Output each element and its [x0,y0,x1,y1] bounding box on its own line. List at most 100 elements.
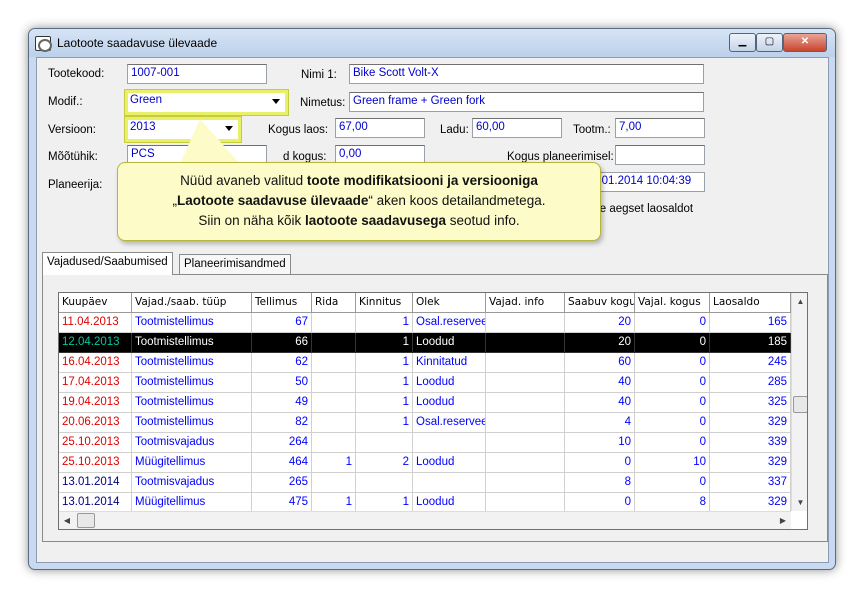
table-row[interactable]: 25.10.2013 Tootmisvajadus 264 10 0 339 [59,433,791,453]
table-row[interactable]: 11.04.2013 Tootmistellimus 67 1 Osal.reserve… [59,313,791,333]
nimi1-field[interactable]: Bike Scott Volt-X [349,64,704,84]
cell-rida [312,333,356,353]
tab-planeerimisandmed[interactable]: Planeerimisandmed [179,254,291,275]
table-row[interactable]: 13.01.2014 Tootmisvajadus 265 8 0 337 [59,473,791,493]
grid-header: Kuupäev Vajad./saab. tüüp Tellimus Rida Kinn… [59,293,791,313]
hscroll-thumb[interactable] [77,513,95,528]
title-bar[interactable]: Laotoote saadavuse ülevaade ▁ ▢ ✕ [29,29,835,57]
nimetus-label: Nimetus: [300,97,346,109]
kogus-laos-field[interactable]: 67,00 [335,118,425,138]
tootm-label: Tootm.: [573,124,611,136]
column-header-kuupaev[interactable]: Kuupäev [59,293,132,313]
modif-label: Modif.: [48,96,83,108]
column-header-tellimus[interactable]: Tellimus [252,293,312,313]
cell-saabuv: 4 [565,413,635,433]
callout-line-2: „Laotoote saadavuse ülevaade“ aken koos … [172,193,546,208]
cell-kinnitus [356,473,413,493]
table-row[interactable]: 25.10.2013 Müügitellimus 464 1 2 Loodud 0 10 329 [59,453,791,473]
ladu-field[interactable]: 60,00 [472,118,562,138]
nimetus-field[interactable]: Green frame + Green fork [349,92,704,112]
column-header-kinnitus[interactable]: Kinnitus [356,293,413,313]
cell-kuupaev: 20.06.2013 [59,413,132,433]
column-header-info[interactable]: Vajad. info [486,293,565,313]
scroll-up-icon[interactable]: ▲ [792,293,807,310]
cell-tellimus: 49 [252,393,312,413]
table-row[interactable]: 13.01.2014 Müügitellimus 475 1 1 Loodud 0 8 329 [59,493,791,513]
nimi1-label: Nimi 1: [301,69,337,81]
cell-tellimus: 265 [252,473,312,493]
cell-rida [312,353,356,373]
column-header-laosaldo[interactable]: Laosaldo [710,293,791,313]
cell-kuupaev: 11.04.2013 [59,313,132,333]
modif-dropdown[interactable]: Green [125,90,288,115]
cell-saabuv: 20 [565,313,635,333]
cell-laosaldo: 185 [710,333,791,353]
cell-saabuv: 40 [565,393,635,413]
data-grid[interactable]: Kuupäev Vajad./saab. tüüp Tellimus Rida Kinn… [58,292,808,530]
cell-laosaldo: 245 [710,353,791,373]
scroll-down-icon[interactable]: ▼ [792,494,807,511]
cell-tyyp: Tootmisvajadus [132,473,252,493]
cell-saabuv: 8 [565,473,635,493]
table-row[interactable]: 17.04.2013 Tootmistellimus 50 1 Loodud 40 0 285 [59,373,791,393]
cell-vajal: 0 [635,413,710,433]
table-row[interactable]: 16.04.2013 Tootmistellimus 62 1 Kinnitatud 60… [59,353,791,373]
cell-rida [312,433,356,453]
tootekood-label: Tootekood: [48,68,105,80]
cell-tyyp: Tootmistellimus [132,353,252,373]
minimize-button[interactable]: ▁ [729,33,756,52]
chevron-down-icon[interactable] [270,95,282,107]
table-row[interactable]: 19.04.2013 Tootmistellimus 49 1 Loodud 40 0 325 [59,393,791,413]
table-row[interactable]: 12.04.2013 Tootmistellimus 66 1 Loodud 20 0 185 [59,333,791,353]
date-field[interactable]: 3.01.2014 10:04:39 [588,172,705,192]
cell-vajal: 0 [635,373,710,393]
cell-tellimus: 62 [252,353,312,373]
column-header-vajal[interactable]: Vajal. kogus [635,293,710,313]
cell-kinnitus: 1 [356,413,413,433]
cell-vajal: 8 [635,493,710,513]
table-row[interactable]: 20.06.2013 Tootmistellimus 82 1 Osal.reserve… [59,413,791,433]
cell-rida [312,473,356,493]
cell-vajal: 0 [635,393,710,413]
modif-value: Green [130,94,162,106]
column-header-olek[interactable]: Olek [413,293,486,313]
cell-olek: Loodud [413,373,486,393]
cell-info [486,413,565,433]
tootekood-field[interactable]: 1007-001 [127,64,267,84]
horizontal-scrollbar[interactable]: ◀ ▶ [59,511,791,529]
cell-laosaldo: 337 [710,473,791,493]
cell-tellimus: 264 [252,433,312,453]
callout-pointer [180,119,240,164]
scroll-left-icon[interactable]: ◀ [59,512,75,529]
planeerija-label: Planeerija: [48,179,103,191]
column-header-saabuv[interactable]: Saabuv kogus [565,293,635,313]
cell-kuupaev: 17.04.2013 [59,373,132,393]
scroll-right-icon[interactable]: ▶ [775,512,791,529]
cell-vajal: 10 [635,453,710,473]
callout-line-1: Nüüd avaneb valitud toote modifikatsioon… [180,173,538,188]
tootm-field[interactable]: 7,00 [615,118,705,138]
column-header-tyyp[interactable]: Vajad./saab. tüüp [132,293,252,313]
cell-olek: Loodud [413,393,486,413]
tab-vajadused-saabumised[interactable]: Vajadused/Saabumised [42,252,173,275]
cell-kinnitus: 1 [356,313,413,333]
tooltip-callout: Nüüd avaneb valitud toote modifikatsioon… [117,162,601,241]
cell-tyyp: Müügitellimus [132,453,252,473]
cell-saabuv: 60 [565,353,635,373]
cell-vajal: 0 [635,313,710,333]
cell-laosaldo: 325 [710,393,791,413]
cell-laosaldo: 329 [710,493,791,513]
close-button[interactable]: ✕ [783,33,827,52]
cell-info [486,473,565,493]
column-header-rida[interactable]: Rida [312,293,356,313]
cell-saabuv: 0 [565,453,635,473]
cell-olek [413,433,486,453]
cell-laosaldo: 165 [710,313,791,333]
kogus-plan-field[interactable] [615,145,705,165]
vertical-scrollbar[interactable]: ▲ ▼ [791,293,807,511]
cell-rida [312,393,356,413]
cell-tellimus: 464 [252,453,312,473]
scroll-thumb[interactable] [793,396,807,413]
cell-saabuv: 20 [565,333,635,353]
maximize-button[interactable]: ▢ [756,33,783,52]
